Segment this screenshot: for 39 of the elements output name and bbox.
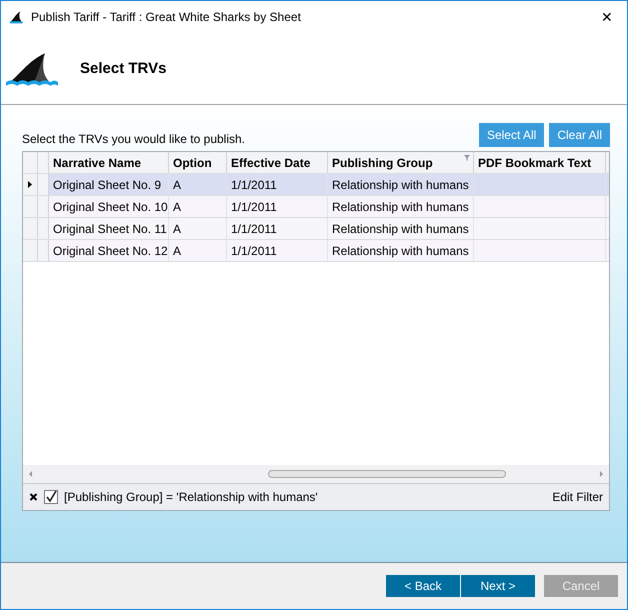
wizard-button[interactable]: Next > [461, 575, 535, 597]
filter-expression: [Publishing Group] = 'Relationship with humans' [64, 490, 319, 504]
table-cell: 1/1/2011 [231, 178, 277, 192]
window-title: Publish Tariff - Tariff : Great White Sharks by Sheet [31, 10, 302, 24]
table-cell: A [173, 244, 182, 258]
table-cell: 1/1/2011 [231, 222, 277, 236]
table-cell: Relationship with humans [332, 178, 469, 192]
table-cell: Original Sheet No. 10 [53, 200, 168, 214]
row-pointer-icon [28, 181, 32, 188]
shark-fin-icon [9, 10, 25, 24]
table-cell: Relationship with humans [332, 244, 469, 258]
column-header[interactable]: Publishing Group [328, 152, 474, 173]
table-row[interactable]: Original Sheet No. 11 A 1/1/2011 Relationship with humans [23, 218, 609, 240]
column-header[interactable]: Narrative Name [49, 152, 169, 173]
filter-icon[interactable] [464, 155, 470, 161]
table-cell: A [173, 178, 182, 192]
close-button[interactable]: ✕ [587, 1, 627, 32]
filter-checkbox[interactable] [44, 490, 58, 504]
column-header[interactable]: Effective Date [227, 152, 328, 173]
table-cell: Original Sheet No. 9 [53, 178, 162, 192]
table-row[interactable]: Original Sheet No. 10 A 1/1/2011 Relationship with humans [23, 196, 609, 218]
column-header[interactable]: Option [169, 152, 227, 173]
header-title: Select TRVs [80, 60, 166, 76]
table-cell: Original Sheet No. 11 [53, 222, 167, 236]
table-row[interactable]: Original Sheet No. 12 A 1/1/2011 Relationship with humans [23, 240, 609, 262]
table-cell: Relationship with humans [332, 222, 469, 236]
instruction-text: Select the TRVs you would like to publish. [22, 132, 246, 147]
column-header[interactable]: PDF Bookmark Text [474, 152, 606, 173]
table-cell: 1/1/2011 [231, 244, 277, 258]
table-row[interactable]: Original Sheet No. 9 A 1/1/2011 Relationship with humans [23, 174, 609, 196]
table-cell: A [173, 200, 182, 214]
clear-filter-icon[interactable] [29, 493, 38, 501]
edit-filter-link[interactable]: Edit Filter [552, 490, 603, 504]
table-cell: Original Sheet No. 12 [53, 244, 168, 258]
wizard-button[interactable]: < Back [386, 575, 460, 597]
table-cell: Relationship with humans [332, 200, 469, 214]
table-cell: 1/1/2011 [231, 200, 277, 214]
horizontal-scrollbar[interactable] [23, 465, 609, 483]
table-cell: A [173, 222, 182, 236]
